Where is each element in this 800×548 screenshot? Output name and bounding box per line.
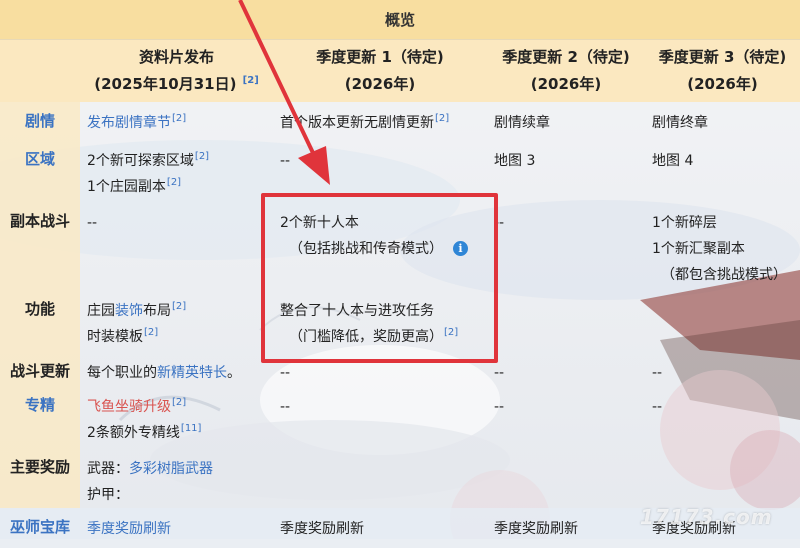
reference-link[interactable]: [2]	[195, 151, 209, 162]
header-season-1-date: (2026年)	[344, 75, 416, 93]
reference-link[interactable]: [2]	[435, 113, 449, 124]
reference-link[interactable]: [2]	[172, 397, 186, 408]
reference-link[interactable]: [11]	[181, 423, 202, 434]
header-corner	[0, 39, 80, 102]
cell-text: --	[494, 399, 505, 415]
cell: 发布剧情章节[2]	[80, 102, 273, 140]
plot-chapter-link[interactable]: 发布剧情章节	[87, 115, 171, 131]
cell-text: 首个版本更新无剧情更新	[280, 115, 434, 131]
decoration-link[interactable]: 装饰	[115, 303, 143, 319]
overview-table: 概览 资料片发布 (2025年10月31日) [2] 季度更新 1（待定) (2…	[0, 0, 800, 548]
row-label-vault[interactable]: 巫师宝库	[0, 508, 80, 548]
cell-text: 1个新汇聚副本	[652, 241, 745, 257]
cell-text: 2个新十人本	[280, 215, 359, 231]
cell-text: （门槛降低，奖励更高）	[289, 329, 443, 345]
vault-reward-link[interactable]: 季度奖励刷新	[80, 508, 273, 548]
cell-text: 地图 4	[652, 153, 694, 169]
table-row: 副本战斗 -- 2个新十人本 （包括挑战和传奇模式） i -- 1个新碎层 1个新…	[0, 202, 800, 290]
header-season-3-date: (2026年)	[687, 75, 758, 93]
cell-text: 1个庄园副本	[87, 179, 166, 195]
table-row: 战斗更新 每个职业的新精英特长。 -- -- --	[0, 352, 800, 386]
watermark: 17173.com	[640, 505, 773, 529]
table-row: 功能 庄园装饰布局[2] 时装模板[2] 整合了十人本与进攻任务 （门槛降低，奖…	[0, 290, 800, 352]
cell-text: 布局	[143, 303, 171, 319]
reference-link[interactable]: [2]	[172, 301, 186, 312]
header-expansion-date: (2025年10月31日)	[94, 75, 237, 93]
cell-text: 1个新碎层	[652, 215, 717, 231]
info-icon[interactable]: i	[453, 241, 468, 256]
cell: 每个职业的新精英特长。	[80, 352, 273, 386]
table-title: 概览	[0, 0, 800, 40]
header-season-1: 季度更新 1（待定) (2026年)	[273, 39, 487, 102]
cell-text: --	[87, 215, 98, 231]
row-label-rewards: 主要奖励	[0, 448, 80, 508]
table-row: 剧情 发布剧情章节[2] 首个版本更新无剧情更新[2] 剧情续章 剧情终章	[0, 102, 800, 140]
cell-text: 季度奖励刷新	[487, 508, 645, 548]
elite-specialization-link[interactable]: 新精英特长	[157, 365, 227, 381]
resin-weapon-link[interactable]: 多彩树脂武器	[129, 461, 213, 477]
row-label-region[interactable]: 区域	[0, 140, 80, 202]
table-row: 专精 飞鱼坐骑升级[2] 2条额外专精线[11] -- -- --	[0, 386, 800, 448]
header-season-2-date: (2026年)	[530, 75, 602, 93]
cell: 整合了十人本与进攻任务 （门槛降低，奖励更高）[2]	[273, 290, 487, 352]
row-label-dungeon: 副本战斗	[0, 202, 80, 290]
cell-text: 时装模板	[87, 329, 143, 345]
row-label-mastery[interactable]: 专精	[0, 386, 80, 448]
cell-text: 剧情终章	[652, 115, 708, 131]
reference-link[interactable]: [2]	[444, 327, 458, 338]
cell-text: 。	[227, 365, 241, 381]
cell-text: --	[494, 215, 505, 231]
header-season-3: 季度更新 3（待定) (2026年)	[645, 39, 800, 102]
cell: 2个新可探索区域[2] 1个庄园副本[2]	[80, 140, 273, 202]
header-season-2-title: 季度更新 2（待定)	[502, 48, 630, 66]
cell: 2个新十人本 （包括挑战和传奇模式） i	[273, 202, 487, 290]
cell-text: --	[652, 365, 663, 381]
table-row: 区域 2个新可探索区域[2] 1个庄园副本[2] -- 地图 3 地图 4	[0, 140, 800, 202]
cell: 武器：多彩树脂武器 护甲：	[80, 448, 800, 508]
skyscale-upgrade-link[interactable]: 飞鱼坐骑升级	[87, 399, 171, 415]
cell-empty	[645, 290, 800, 352]
cell-text: --	[280, 399, 291, 415]
cell-text: 季度奖励刷新	[273, 508, 487, 548]
cell-text: 剧情续章	[494, 115, 550, 131]
cell: 1个新碎层 1个新汇聚副本 （都包含挑战模式）	[645, 202, 800, 290]
cell-text: 2个新可探索区域	[87, 153, 194, 169]
row-label-plot[interactable]: 剧情	[0, 102, 80, 140]
cell-text: 武器：	[87, 461, 129, 477]
cell-text[interactable]: 季度奖励刷新	[87, 521, 171, 537]
cell-text: 地图 3	[494, 153, 536, 169]
reference-link[interactable]: [2]	[167, 177, 181, 188]
header-season-3-title: 季度更新 3（待定)	[658, 48, 787, 66]
cell: 飞鱼坐骑升级[2] 2条额外专精线[11]	[80, 386, 273, 448]
reference-link[interactable]: [2]	[172, 113, 186, 124]
cell-text: 护甲：	[87, 487, 129, 503]
cell: 庄园装饰布局[2] 时装模板[2]	[80, 290, 273, 352]
cell-text: （包括挑战和传奇模式）	[289, 241, 443, 257]
row-label-combat: 战斗更新	[0, 352, 80, 386]
reference-link[interactable]: [2]	[144, 327, 158, 338]
cell-text: --	[280, 365, 291, 381]
cell-text: （都包含挑战模式）	[661, 267, 787, 283]
cell: 首个版本更新无剧情更新[2]	[273, 102, 487, 140]
cell-text: 每个职业的	[87, 365, 157, 381]
cell-text: 整合了十人本与进攻任务	[280, 303, 434, 319]
cell-text: --	[494, 365, 505, 381]
header-expansion-title: 资料片发布	[138, 48, 214, 66]
cell-text: --	[280, 153, 291, 169]
header-expansion: 资料片发布 (2025年10月31日) [2]	[80, 39, 273, 102]
reference-link[interactable]: [2]	[243, 75, 259, 86]
table-row: 主要奖励 武器：多彩树脂武器 护甲：	[0, 448, 800, 508]
cell-empty	[487, 290, 645, 352]
cell-text: 2条额外专精线	[87, 425, 180, 441]
header-season-2: 季度更新 2（待定) (2026年)	[487, 39, 645, 102]
cell-text: 庄园	[87, 303, 115, 319]
cell-text: --	[652, 399, 663, 415]
row-label-feature: 功能	[0, 290, 80, 352]
header-season-1-title: 季度更新 1（待定)	[316, 48, 444, 66]
